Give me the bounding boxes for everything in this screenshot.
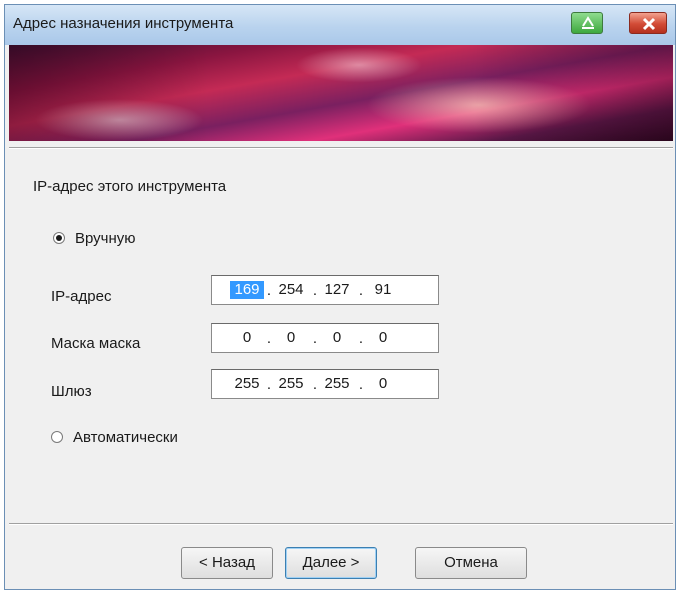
mask-separator: . (358, 330, 364, 347)
subnet-mask-field[interactable]: 0 . 0 . 0 . 0 (211, 323, 439, 353)
mask-separator: . (266, 330, 272, 347)
mask-separator: . (312, 330, 318, 347)
ip-address-label: IP-адрес (51, 288, 112, 305)
dialog-window: Адрес назначения инструмента IP-адрес эт… (4, 4, 676, 590)
gateway-octet-2[interactable]: 255 (274, 375, 308, 393)
gateway-field[interactable]: 255 . 255 . 255 . 0 (211, 369, 439, 399)
gateway-label: Шлюз (51, 383, 92, 400)
ip-octet-3[interactable]: 127 (320, 281, 354, 299)
subnet-mask-label: Маска маска (51, 335, 141, 352)
gateway-octet-4[interactable]: 0 (366, 375, 400, 393)
radio-selected-dot (56, 235, 62, 241)
header-banner-image (9, 45, 673, 141)
gateway-separator: . (266, 376, 272, 393)
cancel-button[interactable]: Отмена (415, 547, 527, 579)
mask-octet-2[interactable]: 0 (274, 329, 308, 347)
close-icon (642, 17, 656, 31)
gateway-octet-1[interactable]: 255 (230, 375, 264, 393)
ip-address-field[interactable]: 169 . 254 . 127 . 91 (211, 275, 439, 305)
gateway-separator: . (312, 376, 318, 393)
manual-radio[interactable] (53, 232, 65, 244)
section-heading: IP-адрес этого инструмента (33, 178, 227, 195)
help-icon (582, 16, 594, 29)
ip-octet-4[interactable]: 91 (366, 281, 400, 299)
window-title: Адрес назначения инструмента (13, 15, 234, 32)
ip-separator: . (358, 282, 364, 299)
mask-octet-1[interactable]: 0 (230, 329, 264, 347)
ip-octet-2[interactable]: 254 (274, 281, 308, 299)
auto-radio[interactable] (51, 431, 63, 443)
gateway-separator: . (358, 376, 364, 393)
footer-divider (9, 523, 673, 525)
gateway-octet-3[interactable]: 255 (320, 375, 354, 393)
auto-radio-label[interactable]: Автоматически (73, 429, 178, 446)
close-button[interactable] (629, 12, 667, 34)
title-bar[interactable]: Адрес назначения инструмента (5, 5, 675, 45)
ip-separator: . (266, 282, 272, 299)
back-button[interactable]: < Назад (181, 547, 273, 579)
manual-radio-label[interactable]: Вручную (75, 230, 136, 247)
ip-separator: . (312, 282, 318, 299)
mask-octet-3[interactable]: 0 (320, 329, 354, 347)
mask-octet-4[interactable]: 0 (366, 329, 400, 347)
ip-octet-1[interactable]: 169 (230, 281, 264, 299)
banner-divider (9, 147, 673, 149)
help-button[interactable] (571, 12, 603, 34)
next-button[interactable]: Далее > (285, 547, 377, 579)
